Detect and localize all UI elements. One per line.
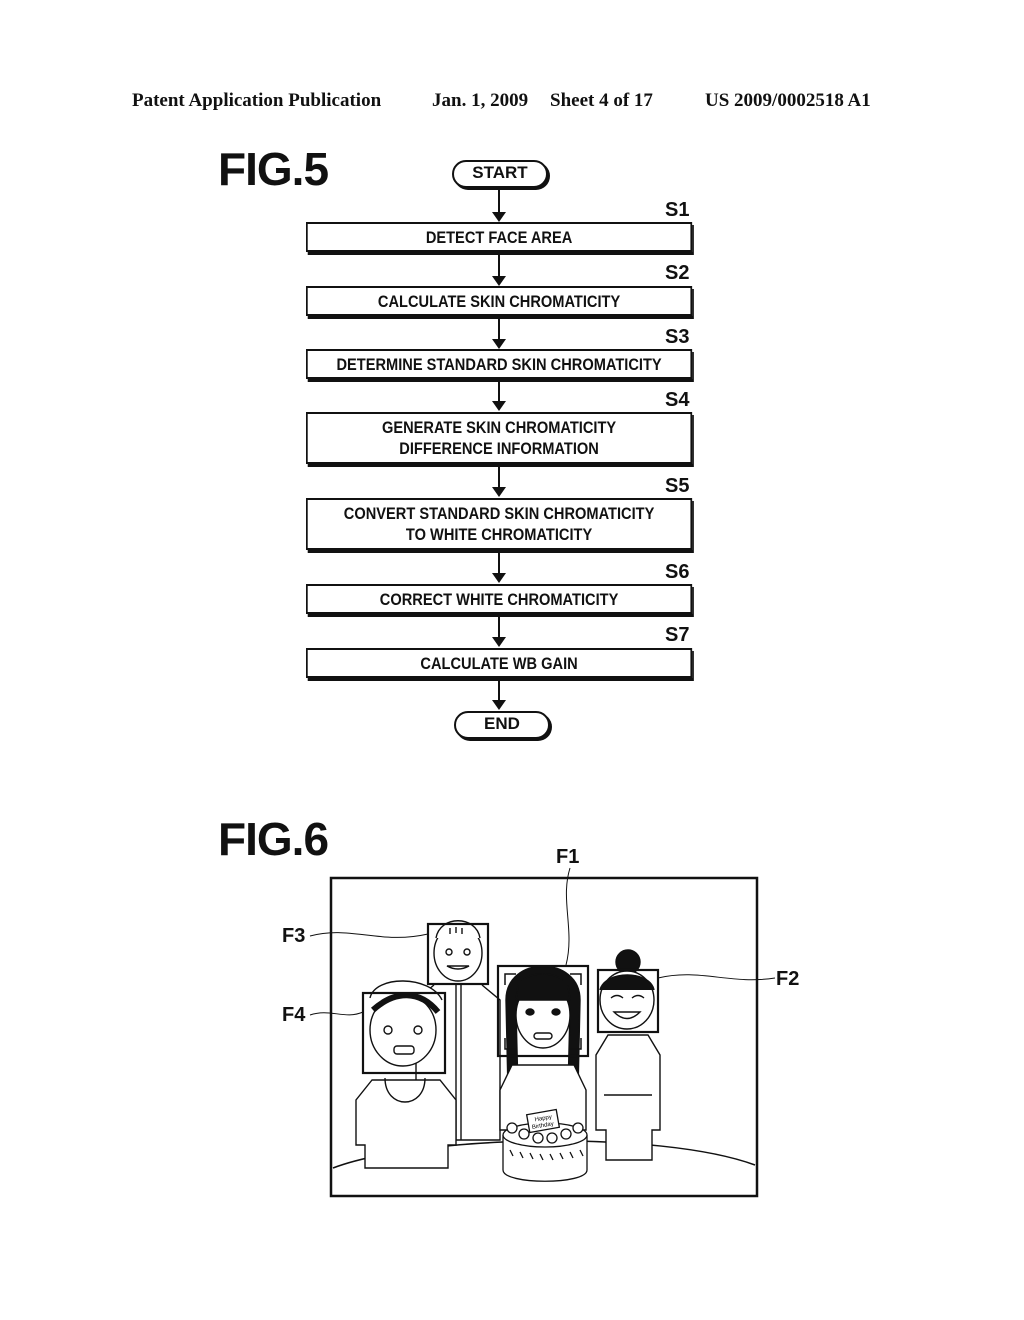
person-f4 [355,980,457,1169]
leader-line-f1 [565,867,571,966]
leader-line-f4 [309,1011,364,1016]
person-f1 [499,965,587,1131]
person-f2 [595,949,661,1161]
family-photo-illustration: Happy Birthday [309,867,776,1198]
leader-line-f3 [309,932,429,938]
